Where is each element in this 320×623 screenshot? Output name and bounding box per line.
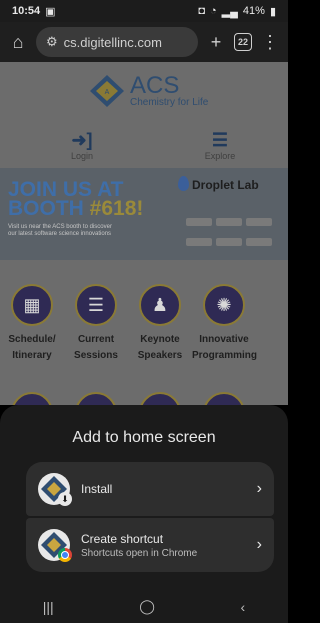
chevron-right-icon: › [256,480,262,497]
webpage: A ACS Chemistry for Life ➜] Login ☰ Expl… [0,62,288,405]
acs-hexagon-icon: A [90,75,124,107]
system-nav-bar: ||| ◯ ‹ [0,590,288,623]
quick-link-schedule[interactable]: ▦ Schedule/Itinerary [0,284,64,364]
tab-switcher-icon[interactable]: 22 [234,33,252,51]
quick-link-circle[interactable] [75,392,117,405]
svg-text:A: A [105,89,110,96]
quick-link-sessions[interactable]: ☰ Current Sessions [64,284,128,364]
recents-icon[interactable]: ||| [43,599,54,615]
status-bar: 10:54 ▣ ◘ ◔ ▂▄ 41% ▮ [0,0,288,22]
gallery-icon: ▣ [45,5,56,18]
url-text: cs.digitellinc.com [63,34,162,50]
acs-logo[interactable]: A ACS Chemistry for Life [88,71,209,108]
back-icon[interactable]: ‹ [241,599,246,615]
quick-links-row-2 [0,392,288,405]
calendar-check-icon: ▦ [11,284,53,326]
wifi-icon: ◔ [209,5,217,17]
booth-banner[interactable]: JOIN US AT BOOTH #618! Visit us near the… [0,168,288,260]
quick-links-row: ▦ Schedule/Itinerary ☰ Current Sessions ♟… [0,284,288,364]
sponsor-name: Droplet Lab [192,178,259,192]
install-label: Install [81,482,113,496]
login-button[interactable]: ➜] Login [52,130,112,161]
add-to-home-sheet: Add to home screen ⬇ Install › Create sh… [0,405,288,590]
battery-icon: ▮ [269,5,276,18]
install-option[interactable]: ⬇ Install › [26,462,274,516]
status-time: 10:54 [12,5,41,17]
explore-button[interactable]: ☰ Explore [190,130,250,161]
logo-tagline: Chemistry for Life [130,96,209,108]
logo-title: ACS [130,71,180,99]
quick-link-keynote[interactable]: ♟ Keynote Speakers [128,284,192,364]
new-tab-icon[interactable]: + [206,32,226,53]
create-shortcut-subtitle: Shortcuts open in Chrome [81,547,198,559]
lightbulb-icon: ✺ [203,284,245,326]
banner-headline: JOIN US AT BOOTH #618! [8,178,144,220]
banner-subtext: Visit us near the ACS booth to discover … [8,224,112,237]
home-button-icon[interactable]: ◯ [139,598,155,615]
chrome-icon [58,548,72,562]
browser-toolbar: ⌂ ⚙ cs.digitellinc.com + 22 ⋮ [0,22,288,62]
sheet-title: Add to home screen [72,429,216,446]
signal-icon: ▂▄ [221,5,238,18]
droplet-logo-icon [178,176,189,191]
login-icon: ➜] [71,130,93,150]
acs-app-icon [38,529,72,562]
screenshot-icon: ◘ [198,5,205,17]
home-icon[interactable]: ⌂ [8,32,28,53]
download-icon: ⬇ [58,492,72,506]
url-bar[interactable]: ⚙ cs.digitellinc.com [36,27,198,57]
quick-link-circle[interactable] [139,392,181,405]
battery-percent: 41% [242,5,265,17]
acs-app-icon: ⬇ [38,473,72,506]
create-shortcut-option[interactable]: Create shortcut Shortcuts open in Chrome… [26,518,274,572]
menu-icon[interactable]: ⋮ [260,32,280,53]
quick-link-innovative[interactable]: ✺ Innovative Programming [192,284,257,364]
hamburger-icon: ☰ [211,130,229,150]
quick-link-circle[interactable] [11,392,53,405]
create-shortcut-label: Create shortcut [81,531,164,546]
list-icon: ☰ [75,284,117,326]
quick-link-circle[interactable] [203,392,245,405]
site-info-icon[interactable]: ⚙ [46,34,58,50]
speaker-podium-icon: ♟ [139,284,181,326]
chevron-right-icon: › [256,536,262,553]
partner-logos [186,218,282,254]
